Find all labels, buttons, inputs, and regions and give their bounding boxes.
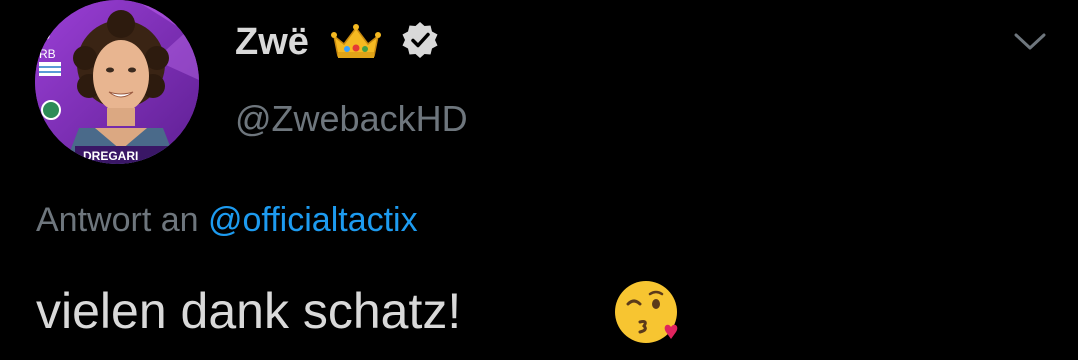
reply-mention-link[interactable]: @officialtactix <box>208 201 418 239</box>
display-name[interactable]: Zwë <box>235 20 309 64</box>
avatar-rating-text: J <box>39 20 51 45</box>
avatar[interactable]: J RB DREGARI <box>35 0 199 164</box>
tweet-text: vielen dank schatz! <box>36 283 462 339</box>
avatar-position-text: RB <box>39 47 56 61</box>
avatar-name-banner: DREGARI <box>83 149 138 163</box>
chevron-down-icon[interactable] <box>1012 30 1048 54</box>
face-blowing-a-kiss-icon <box>608 276 688 346</box>
tweet-card: J RB DREGARI Zwë @ZwebackHD Antwort an @… <box>0 0 1078 360</box>
reply-context: Antwort an @officialtactix <box>36 198 418 242</box>
reply-prefix: Antwort an <box>36 201 199 239</box>
verified-icon <box>400 20 440 60</box>
user-handle[interactable]: @ZwebackHD <box>235 98 468 140</box>
crown-icon <box>330 22 382 62</box>
avatar-image: J RB DREGARI <box>35 0 199 164</box>
